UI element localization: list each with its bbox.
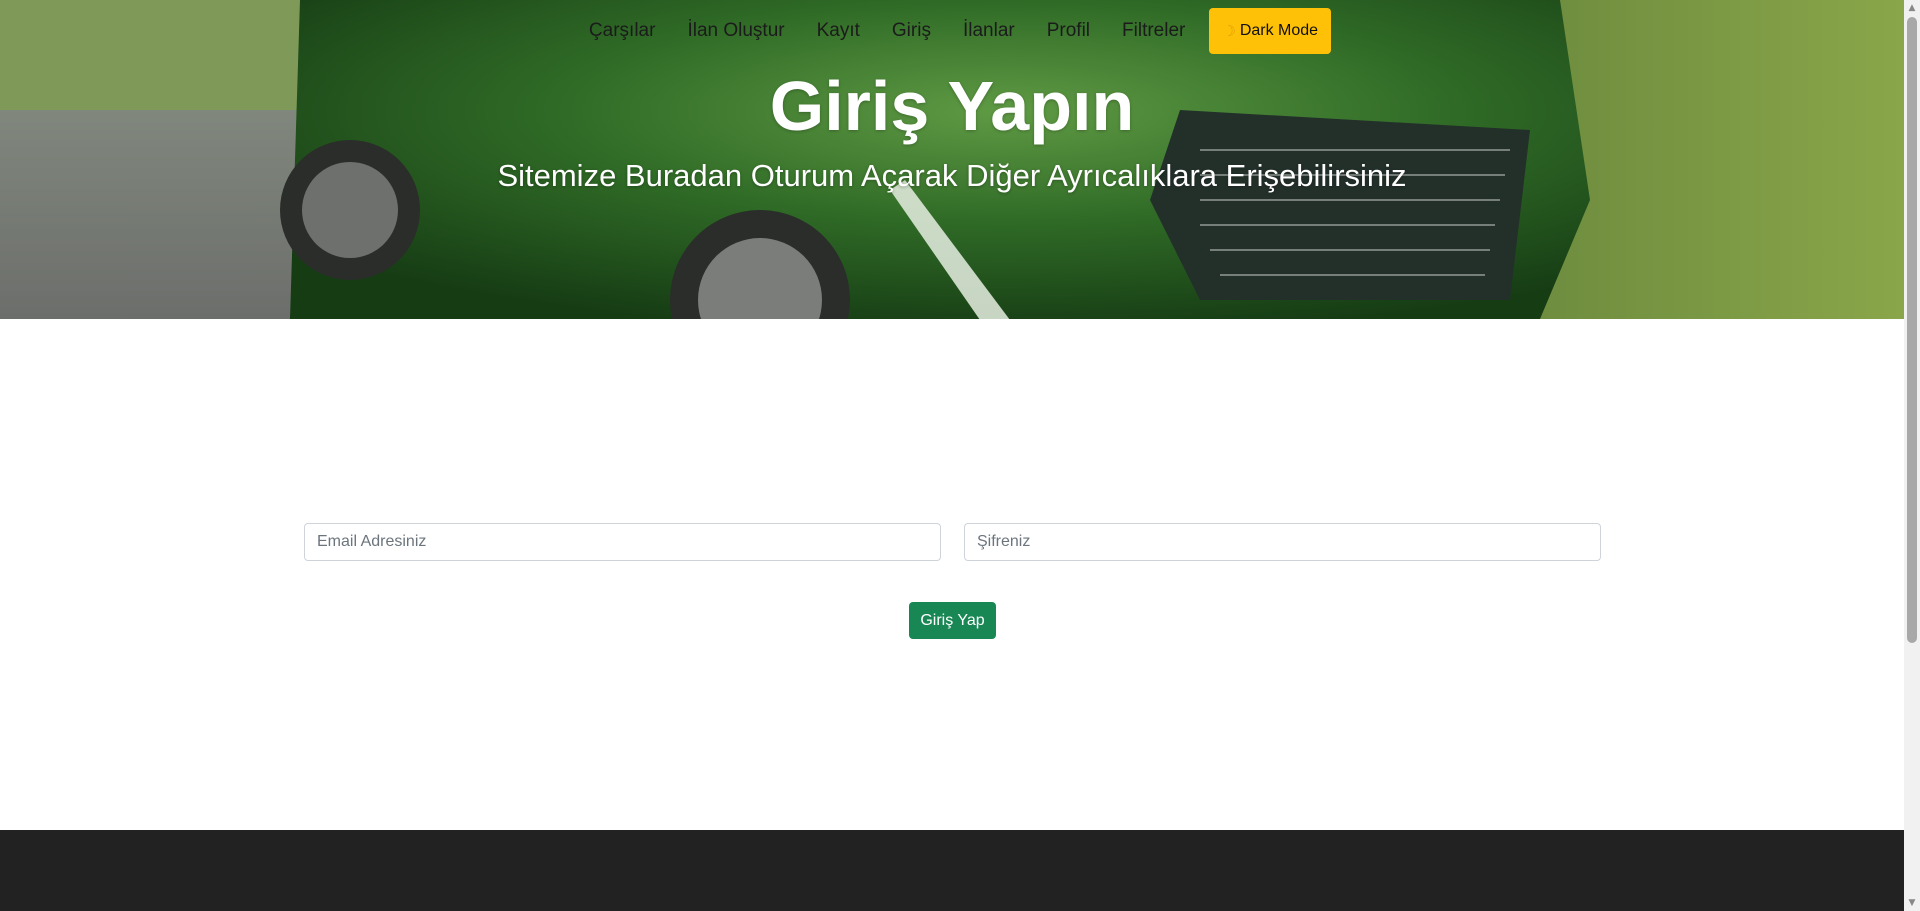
page-title: Giriş Yapın <box>769 67 1135 145</box>
dark-mode-button[interactable]: ☽ Dark Mode <box>1209 8 1332 54</box>
moon-icon: ☽ <box>1222 23 1236 40</box>
page: Çarşılar İlan Oluştur Kayıt Giriş İlanla… <box>0 0 1920 911</box>
email-input[interactable] <box>304 523 941 561</box>
nav-item-ilanlar[interactable]: İlanlar <box>947 7 1031 55</box>
vertical-scrollbar[interactable]: ▲ ▼ <box>1904 0 1920 911</box>
nav-item-profil[interactable]: Profil <box>1031 7 1106 55</box>
nav-item-ilan-olustur[interactable]: İlan Oluştur <box>671 7 800 55</box>
hero-banner: Çarşılar İlan Oluştur Kayıt Giriş İlanla… <box>0 0 1904 319</box>
login-fields-row <box>304 523 1601 561</box>
dark-mode-label: Dark Mode <box>1239 22 1319 39</box>
scrollbar-thumb[interactable] <box>1907 17 1917 643</box>
scroll-up-arrow-icon[interactable]: ▲ <box>1904 0 1920 16</box>
scroll-down-arrow-icon[interactable]: ▼ <box>1904 895 1920 911</box>
nav-item-kayit[interactable]: Kayıt <box>801 7 876 55</box>
password-input[interactable] <box>964 523 1601 561</box>
login-submit-button[interactable]: Giriş Yap <box>909 602 996 639</box>
main-nav: Çarşılar İlan Oluştur Kayıt Giriş İlanla… <box>0 7 1904 55</box>
page-subtitle: Sitemize Buradan Oturum Açarak Diğer Ayr… <box>497 158 1407 193</box>
nav-item-giris[interactable]: Giriş <box>876 7 947 55</box>
footer <box>0 830 1904 911</box>
nav-item-filtreler[interactable]: Filtreler <box>1106 7 1201 55</box>
nav-item-carsilar[interactable]: Çarşılar <box>573 7 672 55</box>
